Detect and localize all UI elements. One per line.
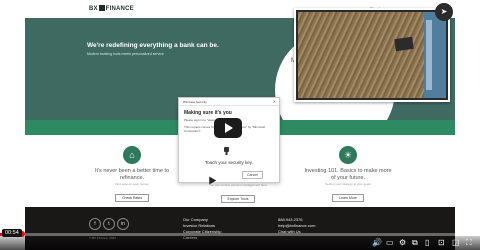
brand-name: FINANCE (105, 6, 134, 12)
card-title-line2: refinance. (119, 174, 145, 181)
dialog-titlebar: Windows Security (179, 98, 279, 106)
card-subtitle: Find ways to save money (115, 182, 149, 186)
dialog-heading: Making sure it's you (184, 110, 232, 116)
miniplayer-icon[interactable]: ⧉ (412, 238, 418, 248)
share-icon[interactable]: ➤ (435, 3, 453, 21)
twitter-icon[interactable]: t (103, 218, 115, 230)
pip-video[interactable] (294, 8, 450, 102)
video-controls (0, 236, 480, 250)
security-dialog: Windows Security ✕ Making sure it's you … (178, 97, 280, 183)
house-icon: ⌂ (123, 146, 141, 164)
progress-bar[interactable] (0, 233, 480, 236)
check-rates-button[interactable]: Check Rates (114, 194, 150, 202)
lightbulb-icon: ☀ (339, 146, 357, 164)
linkedin-icon[interactable]: in (117, 218, 129, 230)
captions-icon[interactable]: ▭ (386, 238, 394, 248)
card-subtitle: Setting your strategy to your goals (325, 182, 371, 186)
play-button[interactable] (214, 118, 242, 138)
security-key-icon (224, 147, 229, 155)
learn-more-button[interactable]: Learn More (332, 194, 364, 202)
pip-dark-object (394, 36, 414, 52)
logo-mark-icon (98, 5, 105, 11)
airplay-icon[interactable]: ◲ (452, 238, 460, 248)
settings-gear-icon[interactable]: ⚙ (399, 238, 406, 248)
hero-subtitle: Modern banking tools meets personalized … (87, 52, 164, 56)
pip-video-frame (298, 12, 424, 98)
cancel-button[interactable]: Cancel (242, 171, 263, 179)
card-subtitle: You can receive account management here (209, 183, 267, 187)
dialog-line1: Please sign in to "www... (184, 118, 217, 122)
close-icon[interactable]: ✕ (273, 98, 276, 106)
card-refinance: ⌂ It's never been a better time to refin… (77, 140, 187, 202)
card-investing: ☀ Investing 101. Basics to make more of … (293, 140, 403, 202)
theater-icon[interactable]: ▯ (425, 238, 429, 248)
hero-title: We're redefining everything a bank can b… (87, 42, 219, 49)
card-title-line1: Investing 101. Basics to make more (304, 168, 392, 174)
cast-icon[interactable]: ⊡ (438, 238, 445, 248)
card-title-line2: of your future. (331, 174, 365, 181)
play-icon (225, 123, 233, 133)
pip-side-strip (426, 20, 432, 90)
volume-icon[interactable]: 🔊 (372, 238, 382, 248)
explore-tools-button[interactable]: Explore Tools (220, 195, 256, 203)
brand-logo[interactable]: BX FINANCE (89, 5, 134, 12)
fullscreen-icon[interactable]: ⛶ (466, 238, 472, 248)
current-time: 00:54 (2, 229, 22, 237)
facebook-icon[interactable]: f (89, 218, 101, 230)
touch-key-text: Touch your security key. (205, 160, 253, 165)
